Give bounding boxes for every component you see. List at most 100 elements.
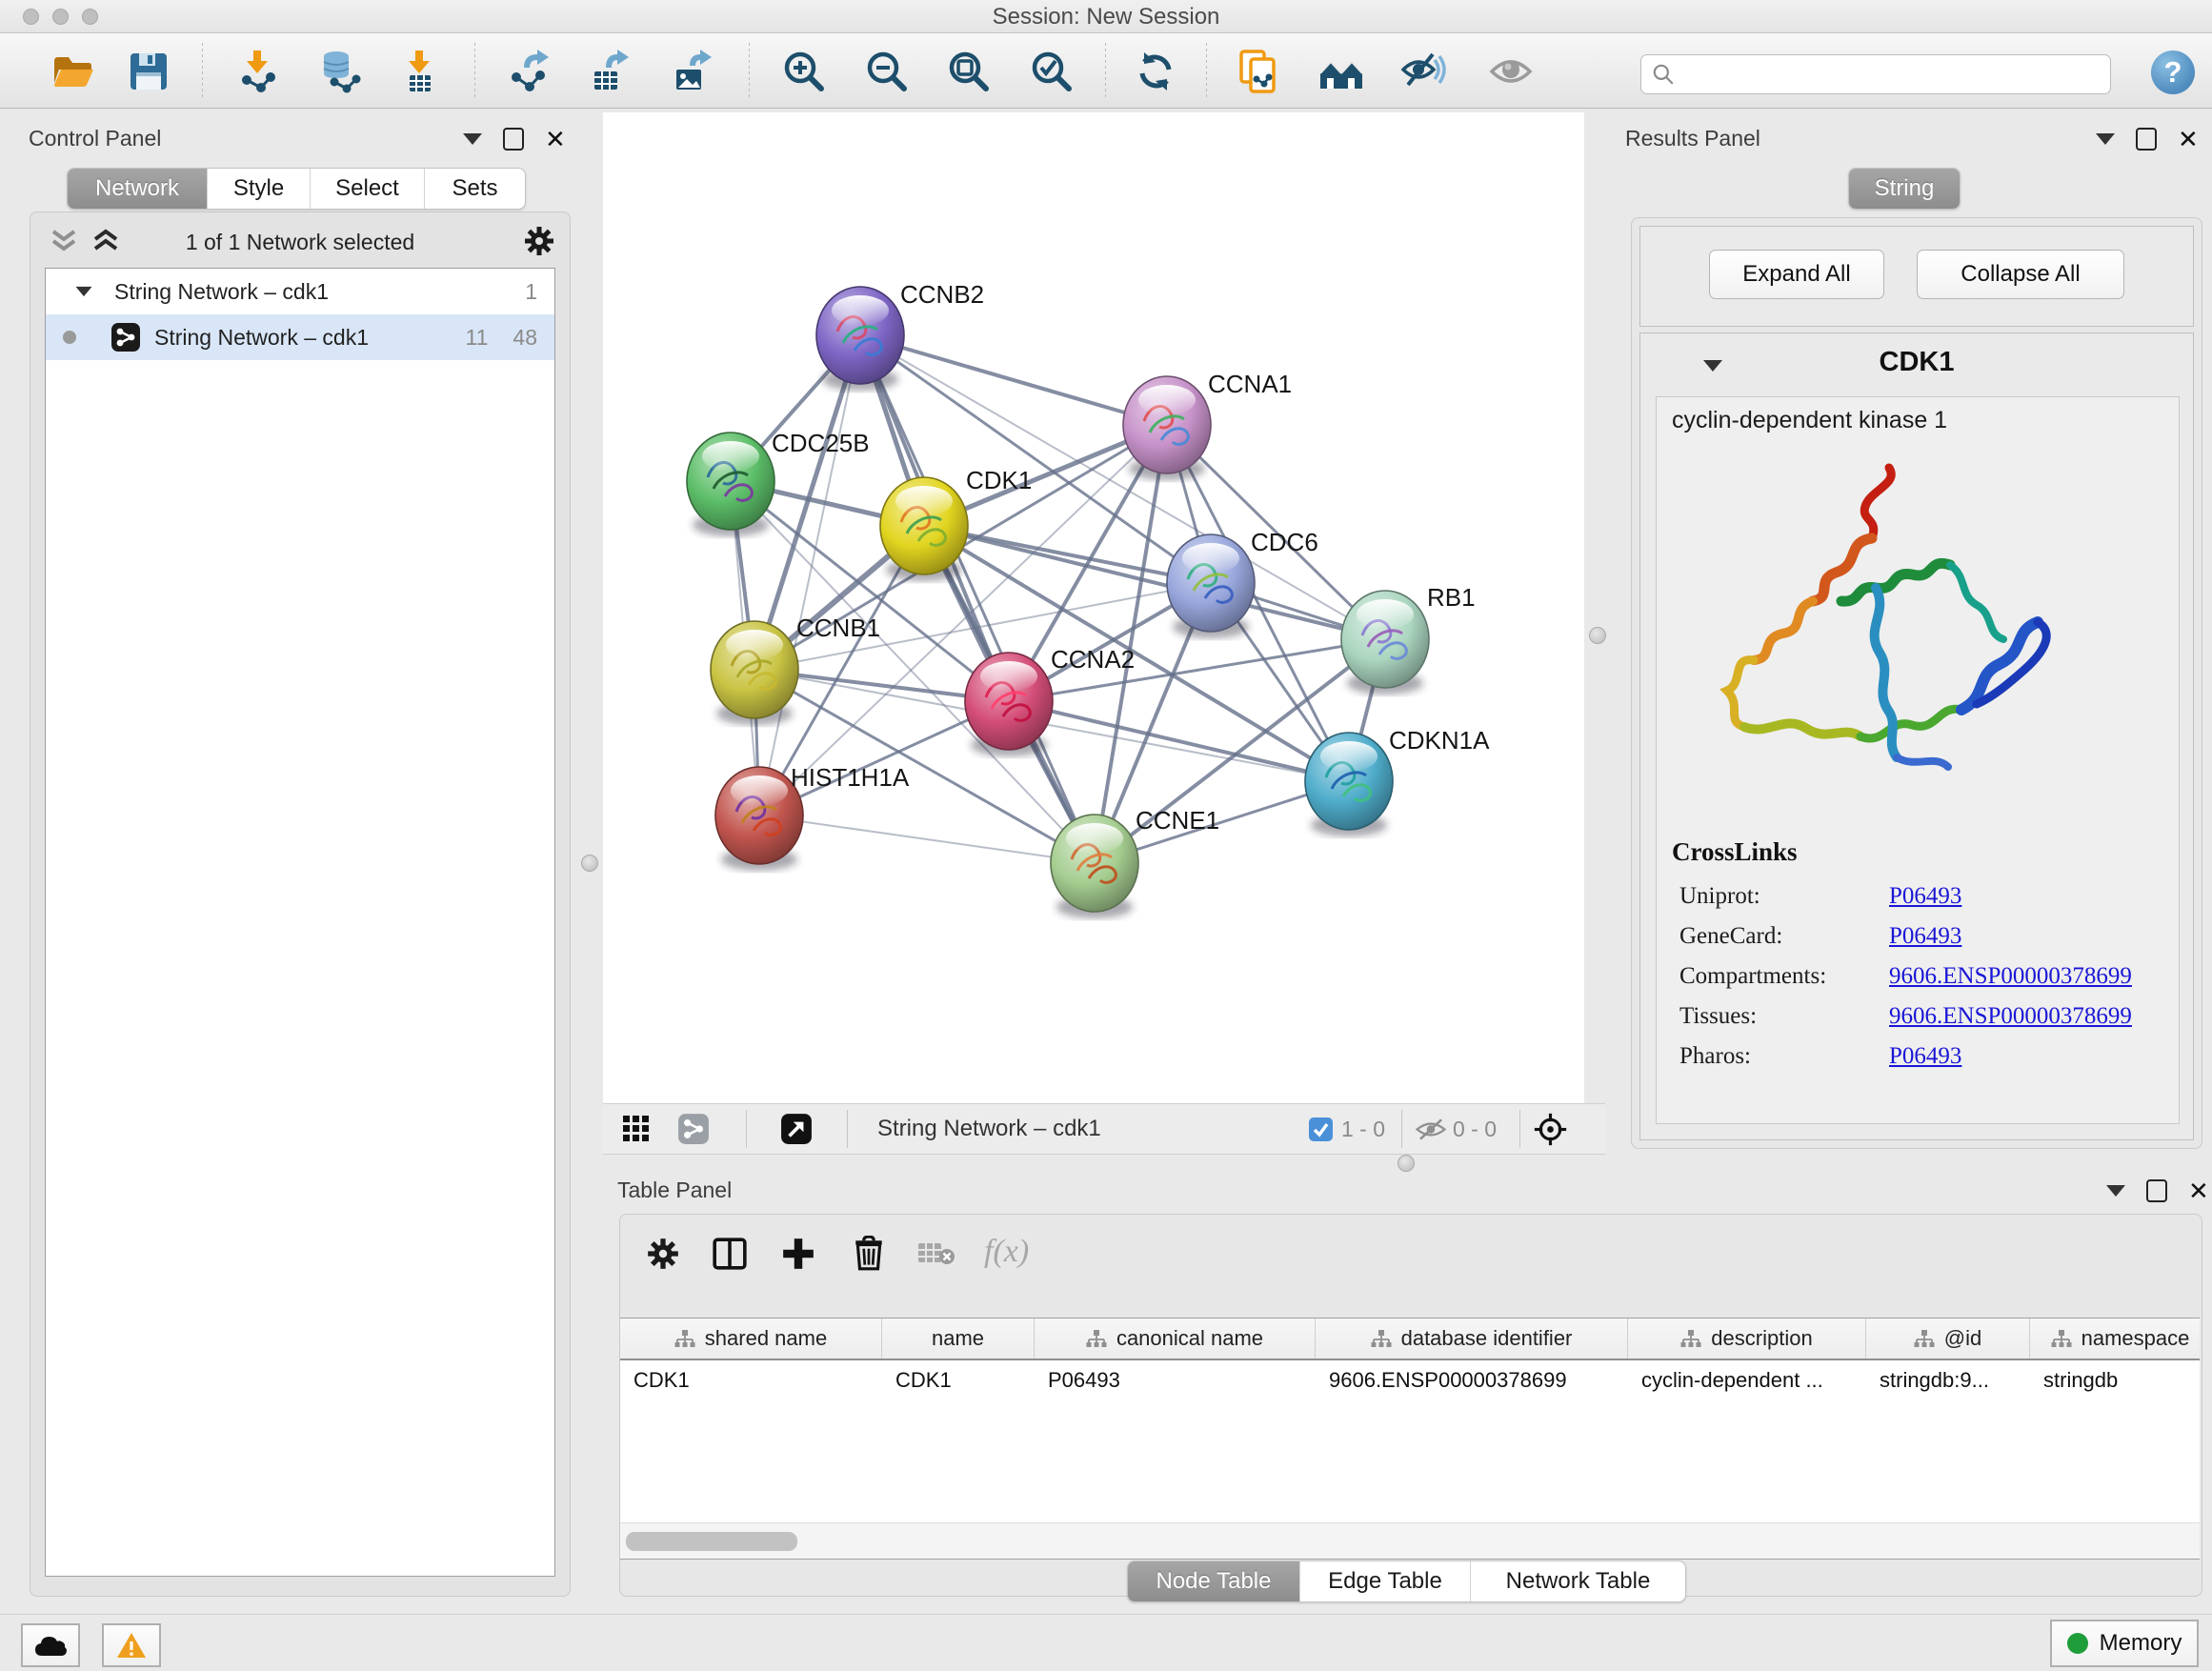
panel-float-icon[interactable] xyxy=(2146,1179,2167,1202)
open-in-window-icon[interactable] xyxy=(780,1113,813,1145)
first-neighbors-button[interactable] xyxy=(1318,49,1364,94)
zoom-fit-button[interactable] xyxy=(946,49,992,94)
protein-node-ccne1[interactable] xyxy=(1051,815,1138,918)
column-header-canonical-name[interactable]: canonical name xyxy=(1035,1319,1316,1359)
save-session-button[interactable] xyxy=(126,49,171,94)
table-row[interactable]: CDK1CDK1P064939606.ENSP00000378699cyclin… xyxy=(620,1360,2200,1400)
panel-close-icon[interactable]: ✕ xyxy=(545,130,566,149)
warnings-status-button[interactable] xyxy=(102,1623,161,1667)
export-image-button[interactable] xyxy=(669,49,714,94)
network-edge[interactable] xyxy=(1009,701,1349,781)
table-cell[interactable]: CDK1 xyxy=(882,1360,1035,1400)
scrollbar-thumb[interactable] xyxy=(626,1532,797,1551)
tab-network[interactable]: Network xyxy=(68,169,208,209)
column-header-namespace[interactable]: namespace xyxy=(2030,1319,2200,1359)
column-header-name[interactable]: name xyxy=(882,1319,1035,1359)
network-row-selected[interactable]: String Network – cdk1 11 48 xyxy=(46,314,554,360)
network-canvas[interactable]: CCNB2CCNA1CDC25BCDK1CDC6RB1CCNB1CCNA2CDK… xyxy=(603,112,1584,1103)
table-cell[interactable]: stringdb xyxy=(2030,1360,2200,1400)
fit-selected-crosshair-icon[interactable] xyxy=(1533,1112,1568,1147)
tab-style[interactable]: Style xyxy=(208,169,311,209)
panel-menu-icon[interactable] xyxy=(2106,1185,2125,1197)
table-cell[interactable]: cyclin-dependent ... xyxy=(1628,1360,1866,1400)
results-panel-tabs: String xyxy=(1848,168,1961,210)
hide-selected-button[interactable] xyxy=(1400,49,1446,94)
import-network-file-button[interactable] xyxy=(234,49,280,94)
crosslink-link[interactable]: 9606.ENSP00000378699 xyxy=(1889,1003,2132,1030)
protein-node-cdkn1a[interactable] xyxy=(1305,733,1393,836)
crosslink-link[interactable]: P06493 xyxy=(1889,1043,1961,1070)
memory-status-button[interactable]: Memory xyxy=(2050,1620,2199,1667)
protein-node-ccnb1[interactable] xyxy=(711,621,798,725)
title-bar: Session: New Session xyxy=(0,0,2212,33)
show-all-button[interactable] xyxy=(1488,49,1534,94)
table-options-gear-icon[interactable] xyxy=(645,1236,681,1272)
panel-menu-icon[interactable] xyxy=(2096,133,2115,145)
tab-node-table[interactable]: Node Table xyxy=(1128,1561,1300,1601)
open-session-button[interactable] xyxy=(50,49,95,94)
memory-ok-dot-icon xyxy=(2067,1633,2088,1654)
tab-string[interactable]: String xyxy=(1849,169,1960,209)
zoom-in-button[interactable] xyxy=(781,49,827,94)
export-network-button[interactable] xyxy=(507,49,553,94)
tab-edge-table[interactable]: Edge Table xyxy=(1300,1561,1471,1601)
control-panel-tabs: Network Style Select Sets xyxy=(67,168,526,210)
tree-expand-icon[interactable] xyxy=(76,287,92,296)
protein-node-cdc6[interactable] xyxy=(1167,534,1255,638)
protein-node-ccna1[interactable] xyxy=(1123,376,1211,480)
protein-node-ccna2[interactable] xyxy=(965,653,1053,756)
network-edge[interactable] xyxy=(759,335,860,815)
cloud-status-button[interactable] xyxy=(21,1623,80,1667)
network-overview-icon[interactable] xyxy=(677,1113,710,1145)
protein-node-cdk1[interactable] xyxy=(880,477,968,581)
node-detail-box: cyclin-dependent kinase 1 xyxy=(1656,396,2180,1124)
birdseye-view-icon[interactable] xyxy=(622,1115,651,1143)
show-columns-icon[interactable] xyxy=(712,1236,748,1272)
protein-node-cdc25b[interactable] xyxy=(687,433,774,536)
export-table-button[interactable] xyxy=(587,49,633,94)
network-edge[interactable] xyxy=(860,335,1167,425)
table-horizontal-scrollbar[interactable] xyxy=(620,1522,2200,1560)
selected-checkbox-icon[interactable] xyxy=(1308,1117,1334,1142)
protein-node-ccnb2[interactable] xyxy=(816,287,904,391)
column-header--id[interactable]: @id xyxy=(1866,1319,2030,1359)
panel-menu-icon[interactable] xyxy=(463,133,482,145)
tab-sets[interactable]: Sets xyxy=(425,169,525,209)
panel-close-icon[interactable]: ✕ xyxy=(2188,1181,2209,1200)
search-field[interactable] xyxy=(1640,54,2111,94)
network-options-gear-icon[interactable] xyxy=(522,224,556,258)
help-button[interactable]: ? xyxy=(2151,50,2195,94)
table-cell[interactable]: CDK1 xyxy=(620,1360,882,1400)
right-splitter-handle[interactable] xyxy=(1589,627,1606,644)
panel-float-icon[interactable] xyxy=(503,128,524,151)
crosslink-link[interactable]: P06493 xyxy=(1889,923,1961,950)
collapse-all-button[interactable]: Collapse All xyxy=(1917,250,2124,299)
left-splitter-handle[interactable] xyxy=(581,855,598,872)
tab-select[interactable]: Select xyxy=(311,169,425,209)
panel-close-icon[interactable]: ✕ xyxy=(2178,130,2199,149)
protein-node-rb1[interactable] xyxy=(1341,591,1429,695)
create-column-icon[interactable] xyxy=(780,1236,816,1272)
table-cell[interactable]: stringdb:9... xyxy=(1866,1360,2030,1400)
column-header-description[interactable]: description xyxy=(1628,1319,1866,1359)
crosslink-link[interactable]: P06493 xyxy=(1889,883,1961,910)
apply-style-refresh-button[interactable] xyxy=(1133,49,1178,94)
expand-all-button[interactable]: Expand All xyxy=(1709,250,1884,299)
table-cell[interactable]: 9606.ENSP00000378699 xyxy=(1316,1360,1628,1400)
import-network-database-button[interactable] xyxy=(317,49,363,94)
zoom-out-button[interactable] xyxy=(864,49,910,94)
crosslink-link[interactable]: 9606.ENSP00000378699 xyxy=(1889,963,2132,990)
duplicate-network-button[interactable] xyxy=(1237,49,1282,94)
zoom-selected-button[interactable] xyxy=(1029,49,1075,94)
search-input[interactable] xyxy=(1676,59,2110,90)
delete-columns-trash-icon[interactable] xyxy=(851,1236,887,1272)
tab-network-table[interactable]: Network Table xyxy=(1471,1561,1685,1601)
network-edge[interactable] xyxy=(759,815,1095,863)
toolbar-separator xyxy=(474,43,475,98)
network-collection-row[interactable]: String Network – cdk1 1 xyxy=(46,269,554,314)
table-cell[interactable]: P06493 xyxy=(1035,1360,1316,1400)
column-header-database-identifier[interactable]: database identifier xyxy=(1316,1319,1628,1359)
import-table-file-button[interactable] xyxy=(396,49,442,94)
panel-float-icon[interactable] xyxy=(2136,128,2157,151)
column-header-shared-name[interactable]: shared name xyxy=(620,1319,882,1359)
